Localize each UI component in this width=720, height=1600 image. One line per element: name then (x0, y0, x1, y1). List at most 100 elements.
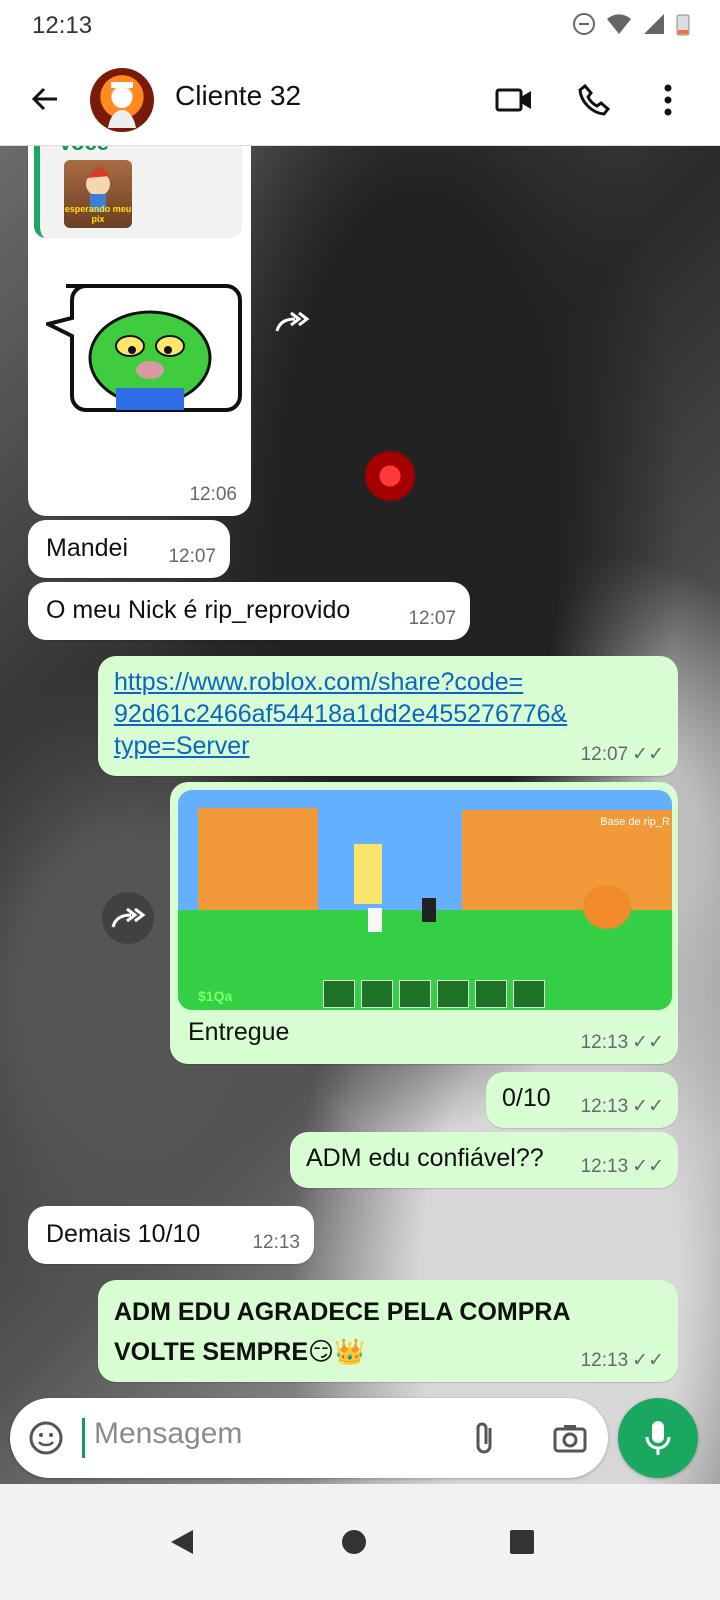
message-time: 12:07 (408, 608, 456, 629)
contact-name[interactable]: Cliente 32 (175, 80, 301, 112)
outgoing-message[interactable]: 0/10 12:13 ✓✓ (486, 1072, 678, 1128)
game-character (368, 908, 382, 932)
more-vertical-icon (664, 84, 672, 116)
wifi-icon (607, 14, 631, 34)
double-check-icon: ✓✓ (632, 1032, 664, 1053)
message-time: 12:07 ✓✓ (581, 743, 664, 766)
hotbar-slot (399, 980, 431, 1008)
contact-avatar[interactable] (90, 68, 154, 132)
double-check-icon: ✓✓ (632, 1156, 664, 1177)
status-time: 12:13 (32, 12, 93, 39)
message-text: O meu Nick é rip_reprovido (46, 596, 351, 624)
paperclip-icon[interactable] (468, 1420, 502, 1456)
message-text: ADM EDU AGRADECE PELA COMPRA VOLTE SEMPR… (114, 1292, 571, 1372)
hotbar-slot (475, 980, 507, 1008)
link-line[interactable]: type=Server (114, 730, 567, 762)
nav-recents-button[interactable] (502, 1522, 542, 1562)
voice-message-button[interactable] (618, 1398, 698, 1478)
hotbar (323, 980, 545, 1008)
menu-button[interactable] (648, 80, 688, 120)
link-line[interactable]: 92d61c2466af54418a1dd2e455276776& (114, 698, 567, 730)
message-text: Mandei (46, 534, 128, 562)
status-bar: 12:13 (0, 0, 720, 52)
incoming-message[interactable]: O meu Nick é rip_reprovido 12:07 (28, 582, 470, 640)
time-text: 12:13 (580, 1350, 629, 1371)
sticker-icon[interactable] (28, 1420, 64, 1456)
message-line-text: VOLTE SEMPRE (114, 1338, 309, 1366)
message-time: 12:06 (189, 484, 237, 505)
message-time: 12:13 ✓✓ (581, 1349, 664, 1372)
status-icons (572, 12, 690, 36)
chat-header: Cliente 32 (0, 52, 720, 146)
arrow-left-icon (31, 87, 57, 111)
cash-label: $1Qa (198, 988, 233, 1004)
hotbar-slot (437, 980, 469, 1008)
message-line: ADM EDU AGRADECE PELA COMPRA (114, 1298, 571, 1326)
pumpkin (583, 885, 631, 929)
nav-home-button[interactable] (334, 1522, 374, 1562)
message-line: VOLTE SEMPRE😏👑 (114, 1332, 571, 1372)
chat-area[interactable]: Você esperando meu pix 12:06 Mandei 12:0… (0, 146, 720, 1516)
message-time: 12:13 ✓✓ (581, 1031, 664, 1054)
message-time: 12:13 ✓✓ (581, 1155, 664, 1178)
reply-thumbnail: esperando meu pix (64, 160, 132, 228)
forward-icon (111, 907, 146, 928)
video-call-icon (495, 88, 531, 112)
image-caption: Entregue (188, 1018, 290, 1046)
time-text: 12:13 (580, 1032, 629, 1053)
message-time: 12:13 (252, 1232, 300, 1253)
system-navigation-bar (0, 1484, 720, 1600)
time-text: 12:13 (580, 1156, 629, 1177)
battery-icon (676, 14, 690, 36)
outgoing-image-message[interactable]: Base de rip_R $1Qa Entregue 12:13 ✓✓ (170, 782, 678, 1064)
microphone-icon (645, 1421, 671, 1455)
phone-icon (578, 83, 611, 116)
hotbar-slot (513, 980, 545, 1008)
emoji: 😏👑 (308, 1338, 366, 1366)
message-time: 12:07 (168, 546, 216, 567)
game-character (354, 844, 382, 904)
time-text: 12:07 (580, 744, 629, 765)
square-recents-icon (510, 1530, 534, 1554)
forward-button[interactable] (266, 296, 318, 348)
nav-back-button[interactable] (162, 1522, 202, 1562)
circle-home-icon (342, 1530, 366, 1554)
signal-icon (644, 14, 664, 34)
sad-goblin-sticker (46, 284, 242, 412)
message-text: 0/10 (502, 1084, 551, 1112)
message-text: Demais 10/10 (46, 1220, 201, 1248)
time-text: 12:13 (580, 1096, 629, 1117)
hotbar-slot (361, 980, 393, 1008)
link-line[interactable]: https://www.roblox.com/share?code= (114, 666, 567, 698)
double-check-icon: ✓✓ (632, 1350, 664, 1371)
message-input[interactable]: Mensagem (94, 1417, 242, 1451)
roblox-screenshot[interactable]: Base de rip_R $1Qa (178, 790, 672, 1010)
back-button[interactable] (22, 76, 68, 122)
avatar-figure (108, 82, 136, 128)
incoming-message[interactable]: Mandei 12:07 (28, 520, 230, 578)
double-check-icon: ✓✓ (632, 1096, 664, 1117)
text-cursor (82, 1418, 85, 1458)
hotbar-slot (323, 980, 355, 1008)
reply-thumbnail-caption: esperando meu pix (64, 204, 132, 224)
message-link[interactable]: https://www.roblox.com/share?code= 92d61… (114, 666, 567, 762)
camera-icon[interactable] (552, 1420, 588, 1456)
base-label: Base de rip_R (600, 816, 670, 828)
voice-call-button[interactable] (574, 80, 614, 120)
forward-button[interactable] (102, 892, 154, 944)
message-time: 12:13 ✓✓ (581, 1095, 664, 1118)
outgoing-link-message[interactable]: https://www.roblox.com/share?code= 92d61… (98, 656, 678, 776)
sticker-message[interactable]: Você esperando meu pix 12:06 (28, 146, 251, 516)
do-not-disturb-icon (573, 13, 595, 35)
double-check-icon: ✓✓ (632, 744, 664, 765)
incoming-message[interactable]: Demais 10/10 12:13 (28, 1206, 314, 1264)
reply-preview[interactable]: Você esperando meu pix (34, 146, 242, 238)
forward-icon (275, 311, 310, 332)
video-call-button[interactable] (494, 80, 534, 120)
message-text: ADM edu confiável?? (306, 1144, 544, 1172)
game-character (422, 898, 436, 922)
message-composer[interactable]: Mensagem (10, 1398, 608, 1478)
outgoing-message[interactable]: ADM EDU AGRADECE PELA COMPRA VOLTE SEMPR… (98, 1280, 678, 1382)
outgoing-message[interactable]: ADM edu confiável?? 12:13 ✓✓ (290, 1132, 678, 1188)
triangle-back-icon (171, 1530, 193, 1554)
